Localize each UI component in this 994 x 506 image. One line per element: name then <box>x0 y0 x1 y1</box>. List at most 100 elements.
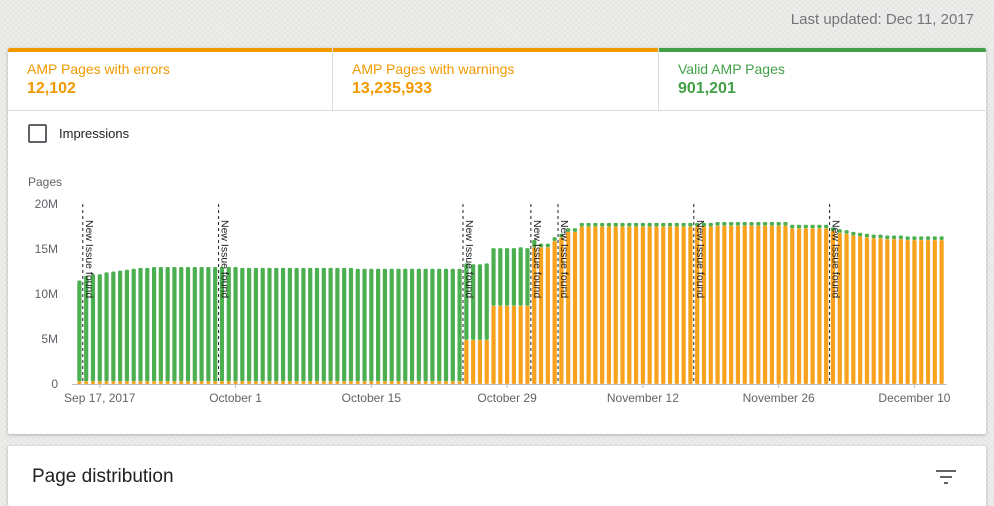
bar-warnings <box>708 226 713 384</box>
bar-warnings <box>939 240 944 384</box>
bar-warnings <box>219 381 225 384</box>
bar-warnings <box>138 381 143 384</box>
bar-valid <box>796 224 802 229</box>
bar-valid <box>185 267 191 382</box>
bar-valid <box>593 222 598 227</box>
bar-valid <box>457 268 462 382</box>
bar-warnings <box>878 238 883 384</box>
bar-warnings <box>450 381 455 384</box>
bar-warnings <box>783 225 788 384</box>
bar-warnings <box>593 226 598 384</box>
bar-warnings <box>864 237 870 384</box>
bar-warnings <box>552 240 557 384</box>
bar-valid <box>240 267 245 382</box>
tab-valid[interactable]: Valid AMP Pages 901,201 <box>659 48 986 110</box>
bar-valid <box>919 236 924 240</box>
bar-warnings <box>925 240 931 384</box>
bar-warnings <box>919 240 924 384</box>
bar-valid <box>674 222 679 227</box>
bar-valid <box>192 267 197 382</box>
bar-valid <box>810 224 815 229</box>
bar-warnings <box>131 381 136 384</box>
bar-warnings <box>403 381 408 384</box>
bar-valid <box>783 222 788 226</box>
bar-warnings <box>620 226 625 384</box>
bar-valid <box>138 267 143 382</box>
bar-warnings <box>885 239 890 384</box>
x-tick-label: Sep 17, 2017 <box>64 391 136 405</box>
annotation-label: New Issue found <box>694 220 706 298</box>
bar-valid <box>260 267 265 382</box>
bar-warnings <box>158 381 163 384</box>
bar-warnings <box>314 381 320 384</box>
bar-valid <box>382 268 388 382</box>
bar-valid <box>572 228 578 232</box>
bar-valid <box>280 267 286 382</box>
filter-icon[interactable] <box>936 470 956 484</box>
bar-warnings <box>457 381 462 384</box>
bar-warnings <box>369 381 374 384</box>
bar-valid <box>932 236 937 240</box>
bar-valid <box>552 237 557 241</box>
bar-valid <box>817 224 822 229</box>
bar-warnings <box>287 381 292 384</box>
y-tick-label: 20M <box>35 197 58 211</box>
bar-valid <box>871 234 876 239</box>
bar-valid <box>722 222 727 226</box>
amp-status-card: AMP Pages with errors 12,102 AMP Pages w… <box>8 48 986 434</box>
y-tick-label: 15M <box>35 242 58 256</box>
tab-errors-label: AMP Pages with errors <box>27 61 170 77</box>
tab-warnings-label: AMP Pages with warnings <box>352 61 515 77</box>
bar-warnings <box>905 240 910 384</box>
bar-warnings <box>104 381 109 384</box>
bar-warnings <box>817 228 822 384</box>
bar-warnings <box>579 226 584 384</box>
bar-valid <box>688 222 693 227</box>
bar-valid <box>891 235 897 240</box>
bar-warnings <box>640 226 645 384</box>
tab-errors-count: 12,102 <box>27 80 76 97</box>
tab-warnings[interactable]: AMP Pages with warnings 13,235,933 <box>333 48 659 110</box>
bar-valid <box>627 222 632 227</box>
pages-chart: Pages 0 5M 10M 15M 20M New Issue found New Issu… <box>28 175 951 405</box>
impressions-checkbox[interactable] <box>28 124 47 143</box>
bar-valid <box>824 224 829 229</box>
bar-valid <box>851 231 856 236</box>
bar-valid <box>613 222 618 227</box>
bar-valid <box>287 267 292 382</box>
bar-valid <box>213 267 218 382</box>
bar-warnings <box>328 381 333 384</box>
bar-warnings <box>661 226 666 384</box>
bar-valid <box>348 267 354 382</box>
tab-errors-indicator <box>8 48 332 52</box>
bar-valid <box>803 224 808 229</box>
bar-valid <box>579 222 584 227</box>
bar-valid <box>111 271 116 382</box>
bar-valid <box>905 236 910 240</box>
bar-valid <box>769 222 774 226</box>
bar-warnings <box>274 381 279 384</box>
bar-warnings <box>423 381 428 384</box>
impressions-toggle[interactable]: Impressions <box>28 124 129 143</box>
bar-valid <box>124 269 130 382</box>
bar-valid <box>477 264 483 340</box>
bar-warnings <box>348 381 354 384</box>
y-tick-label: 5M <box>41 332 58 346</box>
bar-valid <box>145 267 150 382</box>
bar-warnings <box>362 381 367 384</box>
bar-warnings <box>633 226 639 384</box>
bar-warnings <box>796 228 802 384</box>
status-tabs: AMP Pages with errors 12,102 AMP Pages w… <box>8 48 986 111</box>
bar-warnings <box>647 226 652 384</box>
bar-warnings <box>491 305 496 384</box>
tab-errors[interactable]: AMP Pages with errors 12,102 <box>8 48 333 110</box>
bar-warnings <box>145 381 150 384</box>
bar-valid <box>151 267 157 382</box>
bar-valid <box>274 267 279 382</box>
y-axis-label: Pages <box>28 175 62 189</box>
bar-valid <box>790 224 795 229</box>
bar-valid <box>247 267 252 382</box>
bar-warnings <box>389 381 394 384</box>
bar-valid <box>416 268 421 382</box>
bar-warnings <box>253 381 259 384</box>
